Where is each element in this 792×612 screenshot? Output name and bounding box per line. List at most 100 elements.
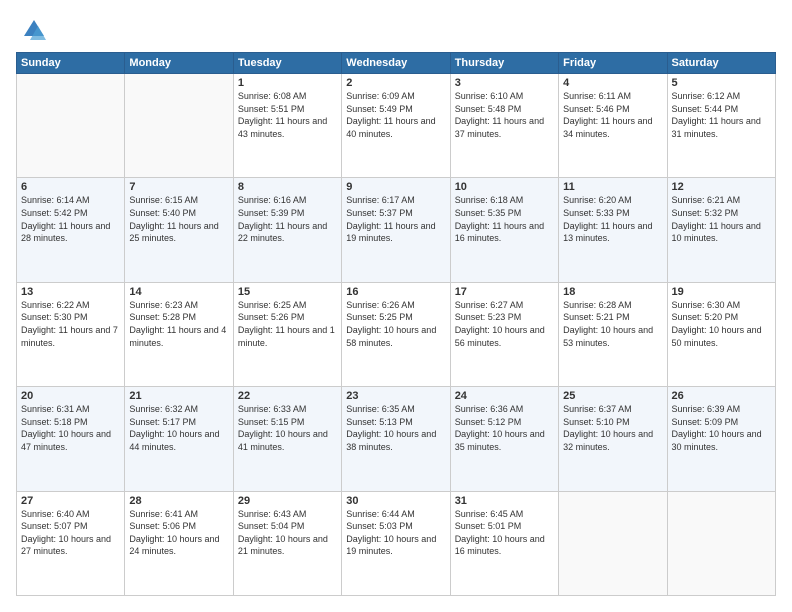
calendar-header-wednesday: Wednesday (342, 53, 450, 74)
day-info: Sunrise: 6:27 AM Sunset: 5:23 PM Dayligh… (455, 299, 554, 349)
day-info: Sunrise: 6:09 AM Sunset: 5:49 PM Dayligh… (346, 90, 445, 140)
day-info: Sunrise: 6:11 AM Sunset: 5:46 PM Dayligh… (563, 90, 662, 140)
calendar-cell: 19Sunrise: 6:30 AM Sunset: 5:20 PM Dayli… (667, 282, 775, 386)
calendar-cell: 8Sunrise: 6:16 AM Sunset: 5:39 PM Daylig… (233, 178, 341, 282)
calendar-header-thursday: Thursday (450, 53, 558, 74)
calendar-cell: 11Sunrise: 6:20 AM Sunset: 5:33 PM Dayli… (559, 178, 667, 282)
calendar-cell: 30Sunrise: 6:44 AM Sunset: 5:03 PM Dayli… (342, 491, 450, 595)
day-info: Sunrise: 6:23 AM Sunset: 5:28 PM Dayligh… (129, 299, 228, 349)
day-info: Sunrise: 6:32 AM Sunset: 5:17 PM Dayligh… (129, 403, 228, 453)
day-number: 6 (21, 181, 120, 193)
calendar-week-row: 27Sunrise: 6:40 AM Sunset: 5:07 PM Dayli… (17, 491, 776, 595)
calendar-cell (17, 74, 125, 178)
calendar-cell: 28Sunrise: 6:41 AM Sunset: 5:06 PM Dayli… (125, 491, 233, 595)
calendar-cell: 20Sunrise: 6:31 AM Sunset: 5:18 PM Dayli… (17, 387, 125, 491)
day-info: Sunrise: 6:40 AM Sunset: 5:07 PM Dayligh… (21, 508, 120, 558)
calendar-header-saturday: Saturday (667, 53, 775, 74)
calendar-cell: 25Sunrise: 6:37 AM Sunset: 5:10 PM Dayli… (559, 387, 667, 491)
calendar-week-row: 1Sunrise: 6:08 AM Sunset: 5:51 PM Daylig… (17, 74, 776, 178)
calendar-cell: 16Sunrise: 6:26 AM Sunset: 5:25 PM Dayli… (342, 282, 450, 386)
day-info: Sunrise: 6:22 AM Sunset: 5:30 PM Dayligh… (21, 299, 120, 349)
day-number: 12 (672, 181, 771, 193)
calendar-cell (559, 491, 667, 595)
calendar-cell: 4Sunrise: 6:11 AM Sunset: 5:46 PM Daylig… (559, 74, 667, 178)
day-info: Sunrise: 6:35 AM Sunset: 5:13 PM Dayligh… (346, 403, 445, 453)
calendar-cell: 3Sunrise: 6:10 AM Sunset: 5:48 PM Daylig… (450, 74, 558, 178)
calendar-cell: 12Sunrise: 6:21 AM Sunset: 5:32 PM Dayli… (667, 178, 775, 282)
calendar-cell: 26Sunrise: 6:39 AM Sunset: 5:09 PM Dayli… (667, 387, 775, 491)
day-info: Sunrise: 6:30 AM Sunset: 5:20 PM Dayligh… (672, 299, 771, 349)
day-info: Sunrise: 6:18 AM Sunset: 5:35 PM Dayligh… (455, 194, 554, 244)
day-number: 4 (563, 77, 662, 89)
calendar-cell: 27Sunrise: 6:40 AM Sunset: 5:07 PM Dayli… (17, 491, 125, 595)
day-number: 17 (455, 286, 554, 298)
day-info: Sunrise: 6:31 AM Sunset: 5:18 PM Dayligh… (21, 403, 120, 453)
day-number: 13 (21, 286, 120, 298)
calendar-header-friday: Friday (559, 53, 667, 74)
calendar-week-row: 13Sunrise: 6:22 AM Sunset: 5:30 PM Dayli… (17, 282, 776, 386)
day-info: Sunrise: 6:26 AM Sunset: 5:25 PM Dayligh… (346, 299, 445, 349)
calendar-header-monday: Monday (125, 53, 233, 74)
calendar-week-row: 20Sunrise: 6:31 AM Sunset: 5:18 PM Dayli… (17, 387, 776, 491)
day-number: 20 (21, 390, 120, 402)
day-number: 11 (563, 181, 662, 193)
header (16, 16, 776, 44)
calendar-cell: 18Sunrise: 6:28 AM Sunset: 5:21 PM Dayli… (559, 282, 667, 386)
day-info: Sunrise: 6:15 AM Sunset: 5:40 PM Dayligh… (129, 194, 228, 244)
day-number: 19 (672, 286, 771, 298)
day-info: Sunrise: 6:44 AM Sunset: 5:03 PM Dayligh… (346, 508, 445, 558)
day-number: 5 (672, 77, 771, 89)
day-info: Sunrise: 6:33 AM Sunset: 5:15 PM Dayligh… (238, 403, 337, 453)
calendar-cell: 22Sunrise: 6:33 AM Sunset: 5:15 PM Dayli… (233, 387, 341, 491)
day-number: 1 (238, 77, 337, 89)
day-number: 21 (129, 390, 228, 402)
day-number: 23 (346, 390, 445, 402)
calendar-cell: 31Sunrise: 6:45 AM Sunset: 5:01 PM Dayli… (450, 491, 558, 595)
day-info: Sunrise: 6:37 AM Sunset: 5:10 PM Dayligh… (563, 403, 662, 453)
day-info: Sunrise: 6:25 AM Sunset: 5:26 PM Dayligh… (238, 299, 337, 349)
day-number: 10 (455, 181, 554, 193)
day-number: 25 (563, 390, 662, 402)
day-number: 30 (346, 495, 445, 507)
day-info: Sunrise: 6:16 AM Sunset: 5:39 PM Dayligh… (238, 194, 337, 244)
day-number: 16 (346, 286, 445, 298)
calendar-cell: 7Sunrise: 6:15 AM Sunset: 5:40 PM Daylig… (125, 178, 233, 282)
calendar-cell: 10Sunrise: 6:18 AM Sunset: 5:35 PM Dayli… (450, 178, 558, 282)
calendar-cell: 6Sunrise: 6:14 AM Sunset: 5:42 PM Daylig… (17, 178, 125, 282)
calendar-table: SundayMondayTuesdayWednesdayThursdayFrid… (16, 52, 776, 596)
day-number: 7 (129, 181, 228, 193)
logo-icon (20, 16, 48, 44)
day-number: 31 (455, 495, 554, 507)
day-info: Sunrise: 6:45 AM Sunset: 5:01 PM Dayligh… (455, 508, 554, 558)
day-info: Sunrise: 6:08 AM Sunset: 5:51 PM Dayligh… (238, 90, 337, 140)
calendar-cell: 13Sunrise: 6:22 AM Sunset: 5:30 PM Dayli… (17, 282, 125, 386)
day-number: 26 (672, 390, 771, 402)
day-info: Sunrise: 6:10 AM Sunset: 5:48 PM Dayligh… (455, 90, 554, 140)
calendar-cell: 1Sunrise: 6:08 AM Sunset: 5:51 PM Daylig… (233, 74, 341, 178)
day-info: Sunrise: 6:21 AM Sunset: 5:32 PM Dayligh… (672, 194, 771, 244)
day-number: 27 (21, 495, 120, 507)
calendar-cell (125, 74, 233, 178)
day-number: 14 (129, 286, 228, 298)
day-info: Sunrise: 6:20 AM Sunset: 5:33 PM Dayligh… (563, 194, 662, 244)
calendar-cell: 15Sunrise: 6:25 AM Sunset: 5:26 PM Dayli… (233, 282, 341, 386)
day-info: Sunrise: 6:39 AM Sunset: 5:09 PM Dayligh… (672, 403, 771, 453)
day-info: Sunrise: 6:12 AM Sunset: 5:44 PM Dayligh… (672, 90, 771, 140)
calendar-cell: 17Sunrise: 6:27 AM Sunset: 5:23 PM Dayli… (450, 282, 558, 386)
calendar-cell: 5Sunrise: 6:12 AM Sunset: 5:44 PM Daylig… (667, 74, 775, 178)
day-number: 3 (455, 77, 554, 89)
calendar-header-row: SundayMondayTuesdayWednesdayThursdayFrid… (17, 53, 776, 74)
day-number: 18 (563, 286, 662, 298)
day-number: 22 (238, 390, 337, 402)
calendar-cell (667, 491, 775, 595)
logo (16, 16, 48, 44)
day-info: Sunrise: 6:36 AM Sunset: 5:12 PM Dayligh… (455, 403, 554, 453)
day-number: 9 (346, 181, 445, 193)
calendar-cell: 21Sunrise: 6:32 AM Sunset: 5:17 PM Dayli… (125, 387, 233, 491)
calendar-header-tuesday: Tuesday (233, 53, 341, 74)
calendar-cell: 2Sunrise: 6:09 AM Sunset: 5:49 PM Daylig… (342, 74, 450, 178)
calendar-cell: 9Sunrise: 6:17 AM Sunset: 5:37 PM Daylig… (342, 178, 450, 282)
day-number: 8 (238, 181, 337, 193)
page: SundayMondayTuesdayWednesdayThursdayFrid… (0, 0, 792, 612)
calendar-header-sunday: Sunday (17, 53, 125, 74)
